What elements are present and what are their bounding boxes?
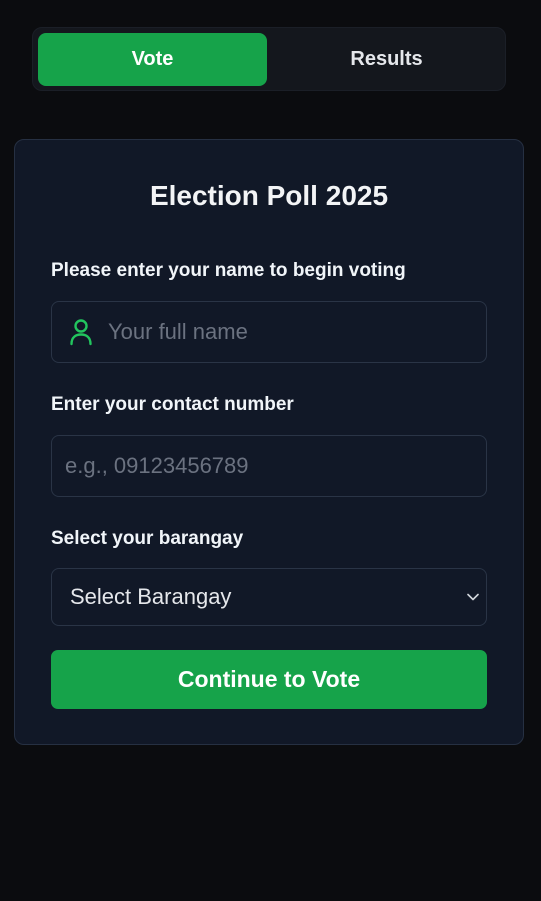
poll-card: Election Poll 2025 Please enter your nam… xyxy=(14,139,524,745)
contact-label: Enter your contact number xyxy=(51,394,294,415)
barangay-label: Select your barangay xyxy=(51,528,244,549)
chevron-down-icon xyxy=(466,590,480,604)
continue-button[interactable]: Continue to Vote xyxy=(51,650,487,709)
tab-bar: Vote Results xyxy=(32,27,506,91)
page-title: Election Poll 2025 xyxy=(149,180,389,211)
contact-placeholder: e.g., 09123456789 xyxy=(65,453,249,478)
contact-field[interactable]: e.g., 09123456789 xyxy=(51,435,487,497)
tab-vote[interactable]: Vote xyxy=(38,33,267,86)
name-placeholder: Your full name xyxy=(108,319,248,344)
tab-results[interactable]: Results xyxy=(272,33,501,86)
name-label: Please enter your name to begin voting xyxy=(51,260,406,281)
name-field[interactable]: Your full name xyxy=(51,301,487,363)
barangay-select[interactable]: Select Barangay xyxy=(51,568,487,626)
person-icon xyxy=(68,318,94,346)
barangay-selected: Select Barangay xyxy=(70,584,232,609)
